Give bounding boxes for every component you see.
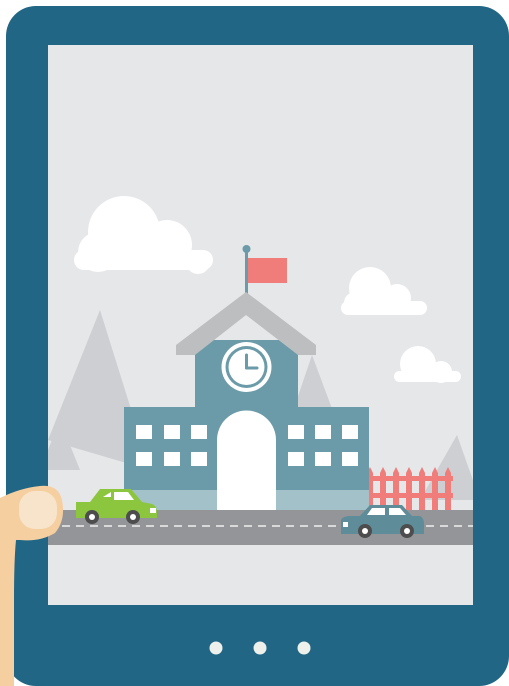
fence-picket [406,467,412,510]
school-window [136,425,152,439]
fence-picket [393,467,399,510]
school-window [288,425,304,439]
page-dot[interactable] [253,641,267,655]
school-window [191,452,207,466]
tablet-illustration [0,6,509,686]
school-window [315,452,331,466]
school-window [288,452,304,466]
fence-picket [419,467,425,510]
fence-picket [432,467,438,510]
thumb-nail [19,491,57,529]
school-window [164,452,180,466]
school-window [164,425,180,439]
page-dot[interactable] [297,641,311,655]
page-dot[interactable] [209,641,223,655]
school-window [342,425,358,439]
fence-picket [380,467,386,510]
school-door [217,410,276,510]
school-window [342,452,358,466]
school-window [315,425,331,439]
school-window [191,425,207,439]
clock-icon [221,342,272,392]
school-window [136,452,152,466]
fence-picket [445,467,451,510]
